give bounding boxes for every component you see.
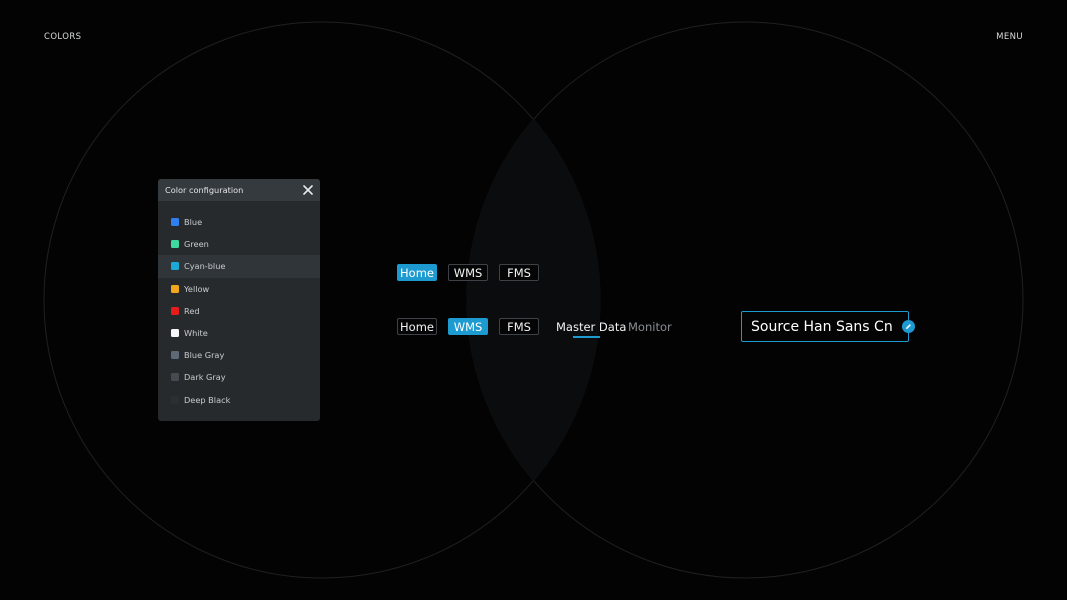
font-name-input[interactable] [741,311,909,342]
tab-master-data[interactable]: Master Data [556,320,626,334]
wms-button[interactable]: WMS [448,318,488,335]
color-item-white[interactable]: White [158,322,320,344]
menu-link[interactable]: MENU [996,32,1023,42]
panel-title: Color configuration [165,185,244,195]
color-item-label: Yellow [184,283,210,294]
color-swatch [171,351,179,360]
active-tab-indicator [573,336,600,338]
color-item-dark-gray[interactable]: Dark Gray [158,366,320,388]
home-button[interactable]: Home [397,264,437,281]
home-button[interactable]: Home [397,318,437,335]
color-list: Blue Green Cyan-blue Yellow Red White Bl… [158,211,320,411]
color-swatch [171,395,179,404]
fms-button[interactable]: FMS [499,264,539,281]
color-item-deep-black[interactable]: Deep Black [158,389,320,411]
color-item-blue-gray[interactable]: Blue Gray [158,344,320,366]
color-item-label: White [184,328,208,339]
color-item-label: Blue Gray [184,350,225,361]
color-swatch [171,373,179,382]
panel-header: Color configuration [158,179,320,201]
close-icon[interactable] [302,184,314,196]
color-swatch [171,284,179,293]
color-configuration-panel: Color configuration Blue Green Cyan-blue… [158,179,320,421]
fms-button[interactable]: FMS [499,318,539,335]
color-item-label: Green [184,239,209,250]
color-item-green[interactable]: Green [158,233,320,255]
color-item-yellow[interactable]: Yellow [158,278,320,300]
color-swatch [171,262,179,271]
tab-monitor[interactable]: Monitor [628,320,672,334]
color-item-cyan-blue[interactable]: Cyan-blue [158,255,320,278]
pencil-icon[interactable] [902,320,915,333]
color-item-red[interactable]: Red [158,300,320,322]
color-swatch [171,329,179,338]
color-item-label: Blue [184,217,203,228]
color-swatch [171,218,179,227]
color-swatch [171,306,179,315]
color-item-blue[interactable]: Blue [158,211,320,233]
colors-link[interactable]: COLORS [44,32,81,42]
color-item-label: Deep Black [184,394,231,405]
color-item-label: Cyan-blue [184,261,226,272]
color-item-label: Dark Gray [184,372,226,383]
color-swatch [171,240,179,249]
circles-overlap [466,119,601,481]
color-item-label: Red [184,305,200,316]
wms-button[interactable]: WMS [448,264,488,281]
